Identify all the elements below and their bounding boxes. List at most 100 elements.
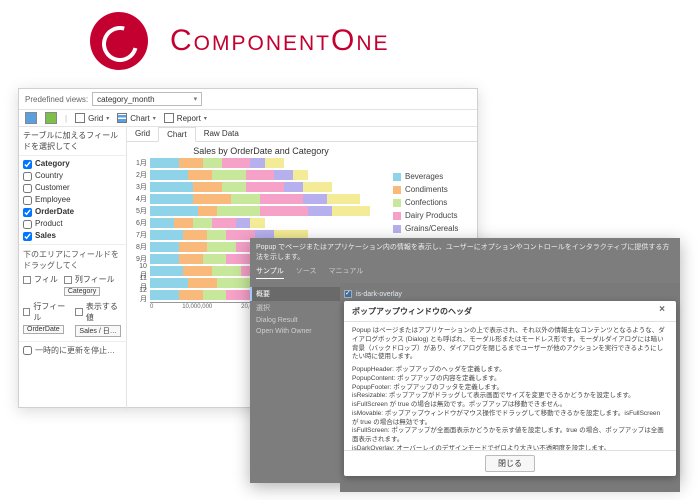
chevron-down-icon: ▾ bbox=[153, 115, 156, 122]
popup-demo-window: Popup でページまたはアプリケーション内の情報を表示し、ユーザーにオプション… bbox=[250, 238, 680, 483]
content-tabs: Grid Chart Raw Data bbox=[127, 127, 477, 142]
bar-segment bbox=[203, 158, 222, 168]
bar-segment bbox=[274, 170, 293, 180]
chevron-down-icon: ▾ bbox=[194, 95, 198, 103]
dialog-body: Popup はページまたはアプリケーションの上で表示され、それ以外の情報主なコン… bbox=[344, 322, 676, 450]
bar-segment bbox=[260, 194, 303, 204]
bar-stack[interactable] bbox=[150, 218, 389, 228]
legend-item[interactable]: Condiments bbox=[393, 185, 475, 194]
defer-update-checkbox[interactable] bbox=[23, 346, 32, 355]
y-axis-label: 2月 bbox=[133, 170, 147, 180]
field-label: Country bbox=[35, 170, 63, 182]
field-row[interactable]: Country bbox=[23, 170, 122, 182]
bar-segment bbox=[246, 182, 284, 192]
legend-swatch-icon bbox=[393, 212, 401, 220]
predefined-views-combo[interactable]: category_month ▾ bbox=[92, 92, 202, 106]
field-checkbox[interactable] bbox=[23, 220, 32, 229]
x-axis-tick: 0 bbox=[150, 304, 153, 310]
view-toolbar: | Grid▾ Chart▾ Report▾ bbox=[19, 110, 477, 127]
field-row[interactable]: Employee bbox=[23, 194, 122, 206]
values-zone-pill[interactable]: Sales / 日… bbox=[75, 325, 120, 337]
tab-sample[interactable]: サンプル bbox=[256, 266, 284, 279]
sidebar-item[interactable]: Dialog Result bbox=[250, 315, 340, 326]
bar-segment bbox=[174, 218, 193, 228]
bar-segment bbox=[203, 254, 227, 264]
tab-chart[interactable]: Chart bbox=[158, 127, 196, 142]
legend-item[interactable]: Grains/Cereals bbox=[393, 224, 475, 233]
dark-overlay-toggle[interactable]: is-dark-overlay bbox=[344, 290, 676, 298]
defer-update-row[interactable]: 一時的に更新を停止… bbox=[19, 341, 126, 359]
close-icon[interactable]: × bbox=[656, 305, 668, 317]
legend-item[interactable]: Confections bbox=[393, 198, 475, 207]
bar-segment bbox=[193, 194, 231, 204]
field-label: Sales bbox=[35, 230, 56, 242]
tab-manual[interactable]: マニュアル bbox=[328, 266, 363, 279]
tab-grid[interactable]: Grid bbox=[127, 127, 158, 141]
field-checkbox[interactable] bbox=[23, 196, 32, 205]
chart-mode-button[interactable]: Chart▾ bbox=[117, 113, 156, 123]
field-row[interactable]: OrderDate bbox=[23, 206, 122, 218]
bar-stack[interactable] bbox=[150, 194, 389, 204]
chart-icon bbox=[117, 113, 127, 123]
bar-segment bbox=[183, 230, 207, 240]
brand-logo-icon bbox=[90, 12, 148, 70]
bar-segment bbox=[293, 170, 307, 180]
defer-update-label: 一時的に更新を停止… bbox=[35, 345, 115, 356]
bar-stack[interactable] bbox=[150, 158, 389, 168]
field-checkbox[interactable] bbox=[23, 208, 32, 217]
field-checkbox[interactable] bbox=[23, 232, 32, 241]
bar-segment bbox=[150, 218, 174, 228]
columns-zone-pill[interactable]: Category bbox=[64, 287, 100, 296]
bar-stack[interactable] bbox=[150, 170, 389, 180]
field-checkbox[interactable] bbox=[23, 160, 32, 169]
field-checkbox[interactable] bbox=[23, 172, 32, 181]
bar-segment bbox=[179, 242, 208, 252]
bar-segment bbox=[207, 242, 236, 252]
bar-segment bbox=[308, 206, 332, 216]
report-mode-button[interactable]: Report▾ bbox=[164, 113, 207, 123]
close-button[interactable]: 閉じる bbox=[485, 455, 535, 472]
legend-swatch-icon bbox=[393, 199, 401, 207]
field-row[interactable]: Category bbox=[23, 158, 122, 170]
bar-segment bbox=[217, 206, 260, 216]
legend-swatch-icon bbox=[393, 173, 401, 181]
sidebar-item[interactable]: 概要 bbox=[250, 287, 340, 301]
bar-segment bbox=[179, 290, 203, 300]
brand-name: ComponentOne bbox=[170, 24, 390, 58]
field-checkbox[interactable] bbox=[23, 184, 32, 193]
y-axis-label: 8月 bbox=[133, 242, 147, 252]
tab-rawdata[interactable]: Raw Data bbox=[196, 127, 247, 141]
save-icon[interactable] bbox=[25, 112, 37, 124]
sidebar-item[interactable]: 選択 bbox=[250, 301, 340, 315]
bar-segment bbox=[332, 206, 370, 216]
bar-row: 1月 bbox=[133, 158, 389, 168]
predefined-views-bar: Predefined views: category_month ▾ bbox=[19, 89, 477, 110]
field-row[interactable]: Sales bbox=[23, 230, 122, 242]
bar-segment bbox=[179, 254, 203, 264]
filter-zone-label: フィル bbox=[23, 274, 58, 285]
bar-segment bbox=[231, 194, 260, 204]
rows-zone-pill[interactable]: OrderDate bbox=[23, 325, 64, 334]
bar-segment bbox=[212, 170, 245, 180]
load-icon[interactable] bbox=[45, 112, 57, 124]
tab-source[interactable]: ソース bbox=[296, 266, 317, 279]
y-axis-label: 1月 bbox=[133, 158, 147, 168]
bar-segment bbox=[212, 218, 236, 228]
bar-stack[interactable] bbox=[150, 206, 389, 216]
bar-segment bbox=[203, 290, 227, 300]
bar-segment bbox=[260, 206, 308, 216]
legend-item[interactable]: Dairy Products bbox=[393, 211, 475, 220]
field-label: Employee bbox=[35, 194, 71, 206]
grid-mode-button[interactable]: Grid▾ bbox=[75, 113, 109, 123]
bar-segment bbox=[188, 170, 212, 180]
drag-hint: 下のエリアにフィールドをドラッグしてく bbox=[19, 244, 126, 273]
sidebar-item[interactable]: Open With Owner bbox=[250, 326, 340, 337]
field-label: Product bbox=[35, 218, 63, 230]
field-row[interactable]: Customer bbox=[23, 182, 122, 194]
legend-item[interactable]: Beverages bbox=[393, 172, 475, 181]
field-row[interactable]: Product bbox=[23, 218, 122, 230]
bar-segment bbox=[265, 158, 284, 168]
bar-stack[interactable] bbox=[150, 182, 389, 192]
bar-segment bbox=[284, 182, 303, 192]
chevron-down-icon: ▾ bbox=[106, 115, 109, 122]
